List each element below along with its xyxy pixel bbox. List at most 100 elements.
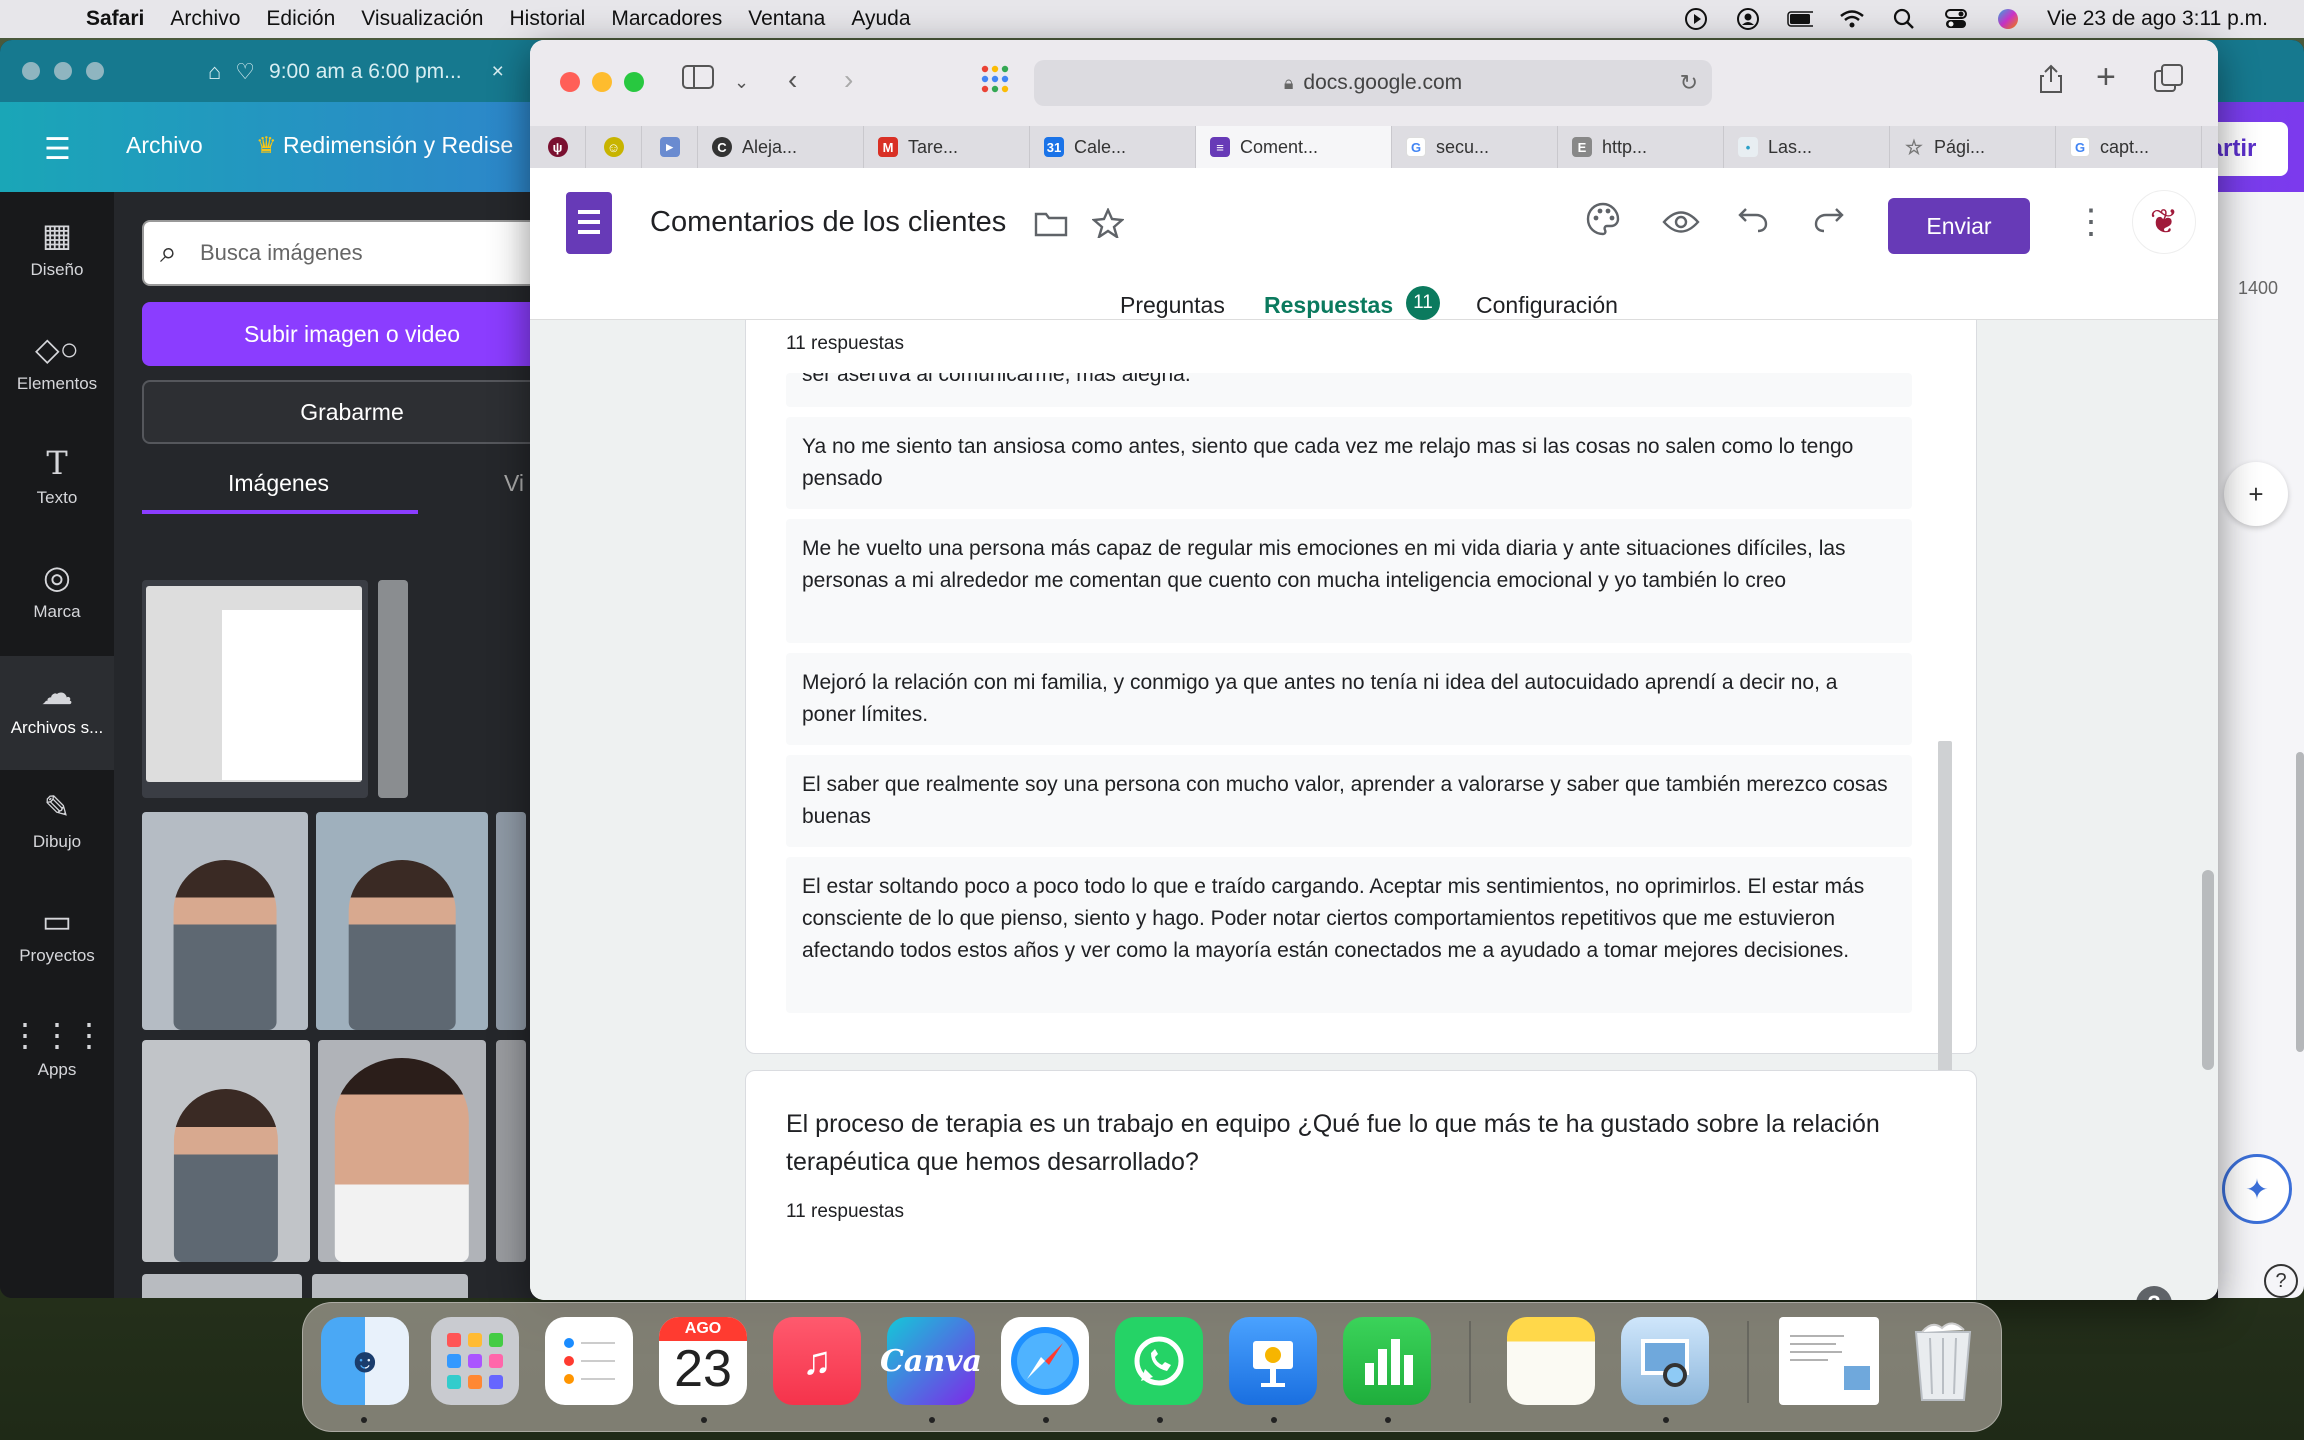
sidebar-item-apps[interactable]: ⋮⋮⋮ Apps — [0, 1002, 114, 1108]
sidebar-item-elementos[interactable]: ◇○ Elementos — [0, 316, 114, 422]
photo-thumbnail[interactable] — [496, 812, 526, 1030]
tab-videos[interactable]: Vi — [504, 470, 524, 497]
canva-browser-tab[interactable]: ⌂ ♡ 9:00 am a 6:00 pm... × — [208, 52, 504, 92]
image-thumbnail[interactable] — [378, 580, 408, 798]
canva-archivo-menu[interactable]: Archivo — [126, 132, 203, 159]
home-icon[interactable]: ⌂ — [208, 59, 221, 85]
zoom-window-button[interactable] — [624, 72, 644, 92]
numbers-icon[interactable] — [1343, 1317, 1431, 1405]
sidebar-item-dibujo[interactable]: ✎ Dibujo — [0, 774, 114, 880]
send-button[interactable]: Enviar — [1888, 198, 2030, 254]
menu-visualizacion[interactable]: Visualización — [361, 7, 483, 31]
sidebar-item-texto[interactable]: T Texto — [0, 430, 114, 536]
menu-ayuda[interactable]: Ayuda — [851, 7, 910, 31]
wifi-icon[interactable] — [1839, 8, 1865, 30]
reload-icon[interactable]: ↻ — [1680, 70, 1698, 96]
tab-preguntas[interactable]: Preguntas — [1120, 292, 1225, 319]
screenshot-thumbnail[interactable] — [142, 580, 368, 798]
sidebar-item-diseno[interactable]: ▦ Diseño — [0, 202, 114, 308]
notes-icon[interactable] — [1507, 1317, 1595, 1405]
siri-icon[interactable] — [1995, 8, 2021, 30]
tab-respuestas[interactable]: Respuestas — [1264, 292, 1393, 319]
browser-tab[interactable]: Gsecu... — [1392, 126, 1558, 168]
redo-icon[interactable] — [1814, 204, 1844, 241]
document-thumbnail-icon[interactable] — [1779, 1317, 1879, 1405]
folder-icon[interactable] — [1034, 208, 1068, 245]
star-icon[interactable] — [1091, 207, 1125, 246]
google-forms-logo-icon[interactable] — [566, 192, 612, 254]
pinned-tab[interactable]: ψ — [530, 126, 586, 168]
form-title[interactable]: Comentarios de los clientes — [650, 206, 1006, 239]
music-icon[interactable]: ♫ — [773, 1317, 861, 1405]
calendar-icon[interactable]: AGO 23 — [659, 1317, 747, 1405]
browser-tab[interactable]: • Las... — [1724, 126, 1890, 168]
finder-icon[interactable]: ☻ — [321, 1317, 409, 1405]
forward-icon[interactable]: › — [844, 64, 853, 96]
back-icon[interactable]: ‹ — [788, 64, 797, 96]
photo-thumbnail[interactable] — [316, 812, 488, 1030]
browser-tab[interactable]: Gcapt... — [2056, 126, 2202, 168]
photo-thumbnail[interactable] — [496, 1040, 526, 1262]
undo-icon[interactable] — [1738, 204, 1768, 241]
pinned-tab[interactable]: ☺ — [586, 126, 642, 168]
trash-icon[interactable] — [1899, 1317, 1987, 1405]
photo-thumbnail[interactable] — [318, 1040, 486, 1262]
browser-tab[interactable]: 31 Cale... — [1030, 126, 1196, 168]
help-icon[interactable]: ? — [2136, 1286, 2172, 1300]
page-scrollbar[interactable] — [2202, 870, 2214, 1070]
keynote-icon[interactable] — [1229, 1317, 1317, 1405]
sidebar-item-marca[interactable]: ◎ Marca — [0, 544, 114, 650]
avatar[interactable]: ❦ — [2132, 190, 2196, 254]
control-center-icon[interactable] — [1943, 8, 1969, 30]
chevron-down-icon[interactable]: ⌄ — [734, 72, 749, 93]
canva-scrollbar[interactable] — [2296, 752, 2304, 1052]
spotlight-search-icon[interactable] — [1891, 8, 1917, 30]
tab-overview-icon[interactable] — [2154, 64, 2184, 99]
more-vert-icon[interactable]: ⋮ — [2074, 202, 2108, 242]
reminders-icon[interactable] — [545, 1317, 633, 1405]
hamburger-icon[interactable]: ☰ — [44, 132, 71, 167]
photo-thumbnail[interactable] — [142, 1274, 302, 1298]
menu-ventana[interactable]: Ventana — [748, 7, 825, 31]
palette-icon[interactable] — [1586, 202, 1620, 244]
menu-datetime[interactable]: Vie 23 de ago 3:11 p.m. — [2047, 7, 2268, 31]
menu-edicion[interactable]: Edición — [266, 7, 335, 31]
record-button[interactable]: Grabarme — [142, 380, 562, 444]
menu-archivo[interactable]: Archivo — [170, 7, 240, 31]
safari-icon[interactable] — [1001, 1317, 1089, 1405]
browser-tab-active[interactable]: ≡ Coment... — [1196, 126, 1392, 168]
browser-tab[interactable]: ☆ Pági... — [1890, 126, 2056, 168]
sparkle-assistant-icon[interactable]: ✦ — [2222, 1154, 2292, 1224]
browser-tab[interactable]: Ehttp... — [1558, 126, 1724, 168]
canva-window-controls[interactable] — [22, 62, 104, 80]
battery-icon[interactable] — [1787, 8, 1813, 30]
play-icon[interactable] — [1683, 8, 1709, 30]
menu-app-name[interactable]: Safari — [86, 7, 144, 31]
comment-add-icon[interactable]: + — [2224, 462, 2288, 526]
browser-tab[interactable]: M Tare... — [864, 126, 1030, 168]
preview-icon[interactable] — [1621, 1317, 1709, 1405]
photo-thumbnail[interactable] — [312, 1274, 468, 1298]
close-window-button[interactable] — [560, 72, 580, 92]
tab-imagenes[interactable]: Imágenes — [228, 470, 329, 497]
tab-configuracion[interactable]: Configuración — [1476, 292, 1618, 319]
canva-design-title[interactable]: ♛ Redimensión y Redise — [256, 132, 513, 159]
google-apps-icon[interactable] — [980, 64, 1010, 101]
menu-historial[interactable]: Historial — [509, 7, 585, 31]
minimize-window-button[interactable] — [592, 72, 612, 92]
sidebar-item-proyectos[interactable]: ▭ Proyectos — [0, 888, 114, 994]
launchpad-icon[interactable] — [431, 1317, 519, 1405]
new-tab-icon[interactable]: + — [2096, 58, 2116, 97]
photo-thumbnail[interactable] — [142, 1040, 310, 1262]
close-icon[interactable]: × — [492, 60, 504, 84]
preview-eye-icon[interactable] — [1662, 206, 1700, 243]
whatsapp-icon[interactable] — [1115, 1317, 1203, 1405]
help-icon[interactable]: ? — [2264, 1264, 2298, 1298]
canva-image-search[interactable]: ⌕ Busca imágenes — [142, 220, 562, 286]
pinned-tab[interactable]: ▸ — [642, 126, 698, 168]
address-bar[interactable]: 🔒︎ docs.google.com ↻ — [1034, 60, 1712, 106]
browser-tab[interactable]: C Aleja... — [698, 126, 864, 168]
upload-media-button[interactable]: Subir imagen o video — [142, 302, 562, 366]
responses-scrollbar[interactable] — [1938, 741, 1952, 1075]
user-icon[interactable] — [1735, 8, 1761, 30]
